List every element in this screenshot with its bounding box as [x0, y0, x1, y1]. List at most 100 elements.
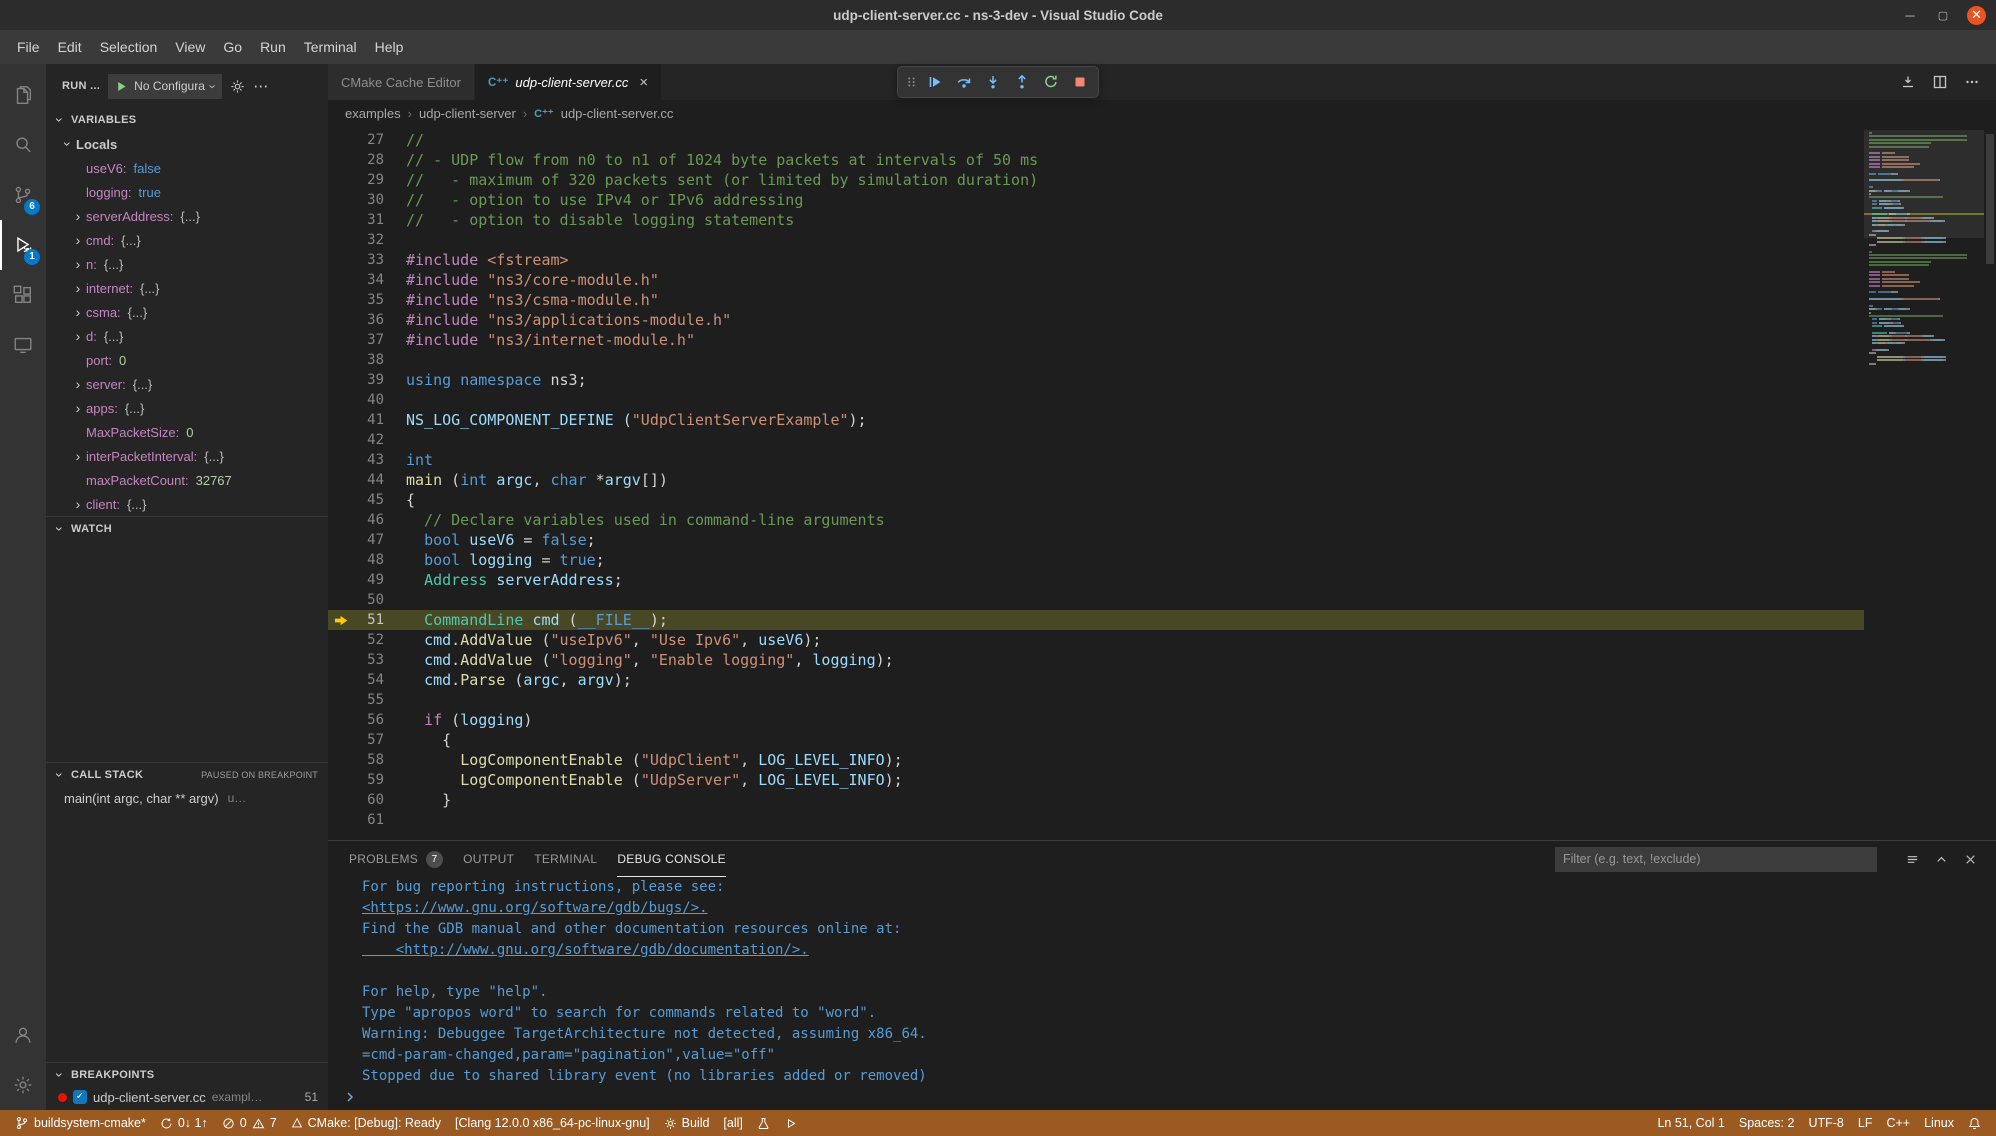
menu-help[interactable]: Help — [366, 34, 413, 60]
status-eol[interactable]: LF — [1851, 1110, 1880, 1136]
status-cmake-launch[interactable] — [777, 1110, 804, 1136]
code-line-39[interactable]: 39using namespace ns3; — [328, 370, 1864, 390]
line-number[interactable]: 33 — [354, 250, 384, 270]
explorer-icon[interactable] — [0, 70, 46, 120]
status-cmake-kit[interactable]: [Clang 12.0.0 x86_64-pc-linux-gnu] — [448, 1110, 657, 1136]
code-line-29[interactable]: 29// - maximum of 320 packets sent (or l… — [328, 170, 1864, 190]
accounts-icon[interactable] — [0, 1010, 46, 1060]
status-indentation[interactable]: Spaces: 2 — [1732, 1110, 1802, 1136]
line-number[interactable]: 27 — [354, 130, 384, 150]
status-language-mode[interactable]: C++ — [1879, 1110, 1917, 1136]
status-os-target[interactable]: Linux — [1917, 1110, 1961, 1136]
toolbar-grip-icon[interactable] — [903, 70, 919, 94]
variable-row-maxPacketCount[interactable]: ›maxPacketCount:32767 — [46, 468, 328, 492]
debug-config-dropdown[interactable]: No Configura › — [108, 74, 222, 99]
menu-view[interactable]: View — [166, 34, 214, 60]
line-number[interactable]: 38 — [354, 350, 384, 370]
line-number[interactable]: 39 — [354, 370, 384, 390]
variable-row-apps[interactable]: ›apps:{...} — [46, 396, 328, 420]
code-line-35[interactable]: 35#include "ns3/csma-module.h" — [328, 290, 1864, 310]
status-problems[interactable]: 07 — [215, 1110, 284, 1136]
breakpoint-checkbox[interactable]: ✓ — [73, 1090, 87, 1104]
split-editor-icon[interactable] — [1932, 74, 1948, 90]
search-icon[interactable] — [0, 120, 46, 170]
views-more-actions-icon[interactable]: ⋯ — [253, 77, 269, 95]
close-panel-icon[interactable] — [1963, 852, 1978, 867]
code-line-47[interactable]: 47 bool useV6 = false; — [328, 530, 1864, 550]
line-number[interactable]: 56 — [354, 710, 384, 730]
tab-output[interactable]: OUTPUT — [463, 841, 514, 877]
scope-locals[interactable]: › Locals — [46, 132, 328, 156]
code-line-43[interactable]: 43int — [328, 450, 1864, 470]
line-number[interactable]: 31 — [354, 210, 384, 230]
line-number[interactable]: 60 — [354, 790, 384, 810]
variables-section-header[interactable]: › VARIABLES — [46, 108, 328, 132]
code-line-57[interactable]: 57 { — [328, 730, 1864, 750]
status-cmake-target[interactable]: [all] — [716, 1110, 749, 1136]
breakpoint-row[interactable]: ✓ udp-client-server.cc exampl… 51 — [46, 1086, 328, 1108]
menu-run[interactable]: Run — [251, 34, 295, 60]
variable-row-logging[interactable]: ›logging:true — [46, 180, 328, 204]
breadcrumb-item-0[interactable]: examples — [345, 106, 401, 121]
breadcrumb-item-1[interactable]: udp-client-server — [419, 106, 516, 121]
console-filter-input[interactable] — [1555, 847, 1877, 872]
variable-row-csma[interactable]: ›csma:{...} — [46, 300, 328, 324]
code-line-50[interactable]: 50 — [328, 590, 1864, 610]
code-line-56[interactable]: 56 if (logging) — [328, 710, 1864, 730]
editor-scrollbar[interactable] — [1984, 126, 1996, 840]
panel-menu-icon[interactable] — [1905, 852, 1920, 867]
tab-problems[interactable]: PROBLEMS 7 — [349, 841, 443, 877]
line-number[interactable]: 52 — [354, 630, 384, 650]
breakpoints-section-header[interactable]: › BREAKPOINTS — [46, 1062, 328, 1086]
line-number[interactable]: 47 — [354, 530, 384, 550]
close-tab-icon[interactable]: × — [639, 74, 648, 91]
minimap-slider[interactable] — [1864, 130, 1984, 238]
tab-udp-client-server[interactable]: C⁺⁺ udp-client-server.cc × — [475, 64, 662, 100]
code-line-54[interactable]: 54 cmd.Parse (argc, argv); — [328, 670, 1864, 690]
step-out-button[interactable] — [1008, 70, 1035, 94]
maximize-button[interactable]: ▢ — [1934, 9, 1952, 22]
line-number[interactable]: 54 — [354, 670, 384, 690]
code-line-27[interactable]: 27// — [328, 130, 1864, 150]
close-button[interactable]: ✕ — [1967, 6, 1986, 25]
maximize-panel-icon[interactable] — [1934, 852, 1949, 867]
code-line-32[interactable]: 32 — [328, 230, 1864, 250]
status-cmake-test[interactable] — [750, 1110, 777, 1136]
continue-button[interactable] — [921, 70, 948, 94]
line-number[interactable]: 28 — [354, 150, 384, 170]
status-cursor-position[interactable]: Ln 51, Col 1 — [1650, 1110, 1731, 1136]
more-actions-icon[interactable] — [1964, 74, 1980, 90]
tab-cmake-cache-editor[interactable]: CMake Cache Editor — [328, 64, 475, 100]
code-editor[interactable]: 27//28// - UDP flow from n0 to n1 of 102… — [328, 126, 1864, 840]
status-branch[interactable]: buildsystem-cmake* — [8, 1110, 153, 1136]
line-number[interactable]: 42 — [354, 430, 384, 450]
line-number[interactable]: 36 — [354, 310, 384, 330]
code-line-33[interactable]: 33#include <fstream> — [328, 250, 1864, 270]
breadcrumb-item-2[interactable]: udp-client-server.cc — [561, 106, 674, 121]
line-number[interactable]: 35 — [354, 290, 384, 310]
line-number[interactable]: 34 — [354, 270, 384, 290]
line-number[interactable]: 49 — [354, 570, 384, 590]
menu-file[interactable]: File — [8, 34, 49, 60]
watch-section-header[interactable]: › WATCH — [46, 516, 328, 540]
line-number[interactable]: 30 — [354, 190, 384, 210]
step-into-button[interactable] — [979, 70, 1006, 94]
code-line-45[interactable]: 45{ — [328, 490, 1864, 510]
debug-gear-icon[interactable] — [230, 79, 245, 94]
code-line-49[interactable]: 49 Address serverAddress; — [328, 570, 1864, 590]
variable-row-d[interactable]: ›d:{...} — [46, 324, 328, 348]
variable-row-port[interactable]: ›port:0 — [46, 348, 328, 372]
tab-debug-console[interactable]: DEBUG CONSOLE — [617, 841, 726, 877]
code-line-52[interactable]: 52 cmd.AddValue ("useIpv6", "Use Ipv6", … — [328, 630, 1864, 650]
console-input[interactable] — [342, 1087, 1996, 1107]
status-cmake-build[interactable]: Build — [657, 1110, 717, 1136]
step-over-button[interactable] — [950, 70, 977, 94]
stop-button[interactable] — [1066, 70, 1093, 94]
line-number[interactable]: 57 — [354, 730, 384, 750]
code-line-58[interactable]: 58 LogComponentEnable ("UdpClient", LOG_… — [328, 750, 1864, 770]
open-changes-icon[interactable] — [1900, 74, 1916, 90]
variable-row-n[interactable]: ›n:{...} — [46, 252, 328, 276]
restart-button[interactable] — [1037, 70, 1064, 94]
code-line-40[interactable]: 40 — [328, 390, 1864, 410]
line-number[interactable]: 40 — [354, 390, 384, 410]
